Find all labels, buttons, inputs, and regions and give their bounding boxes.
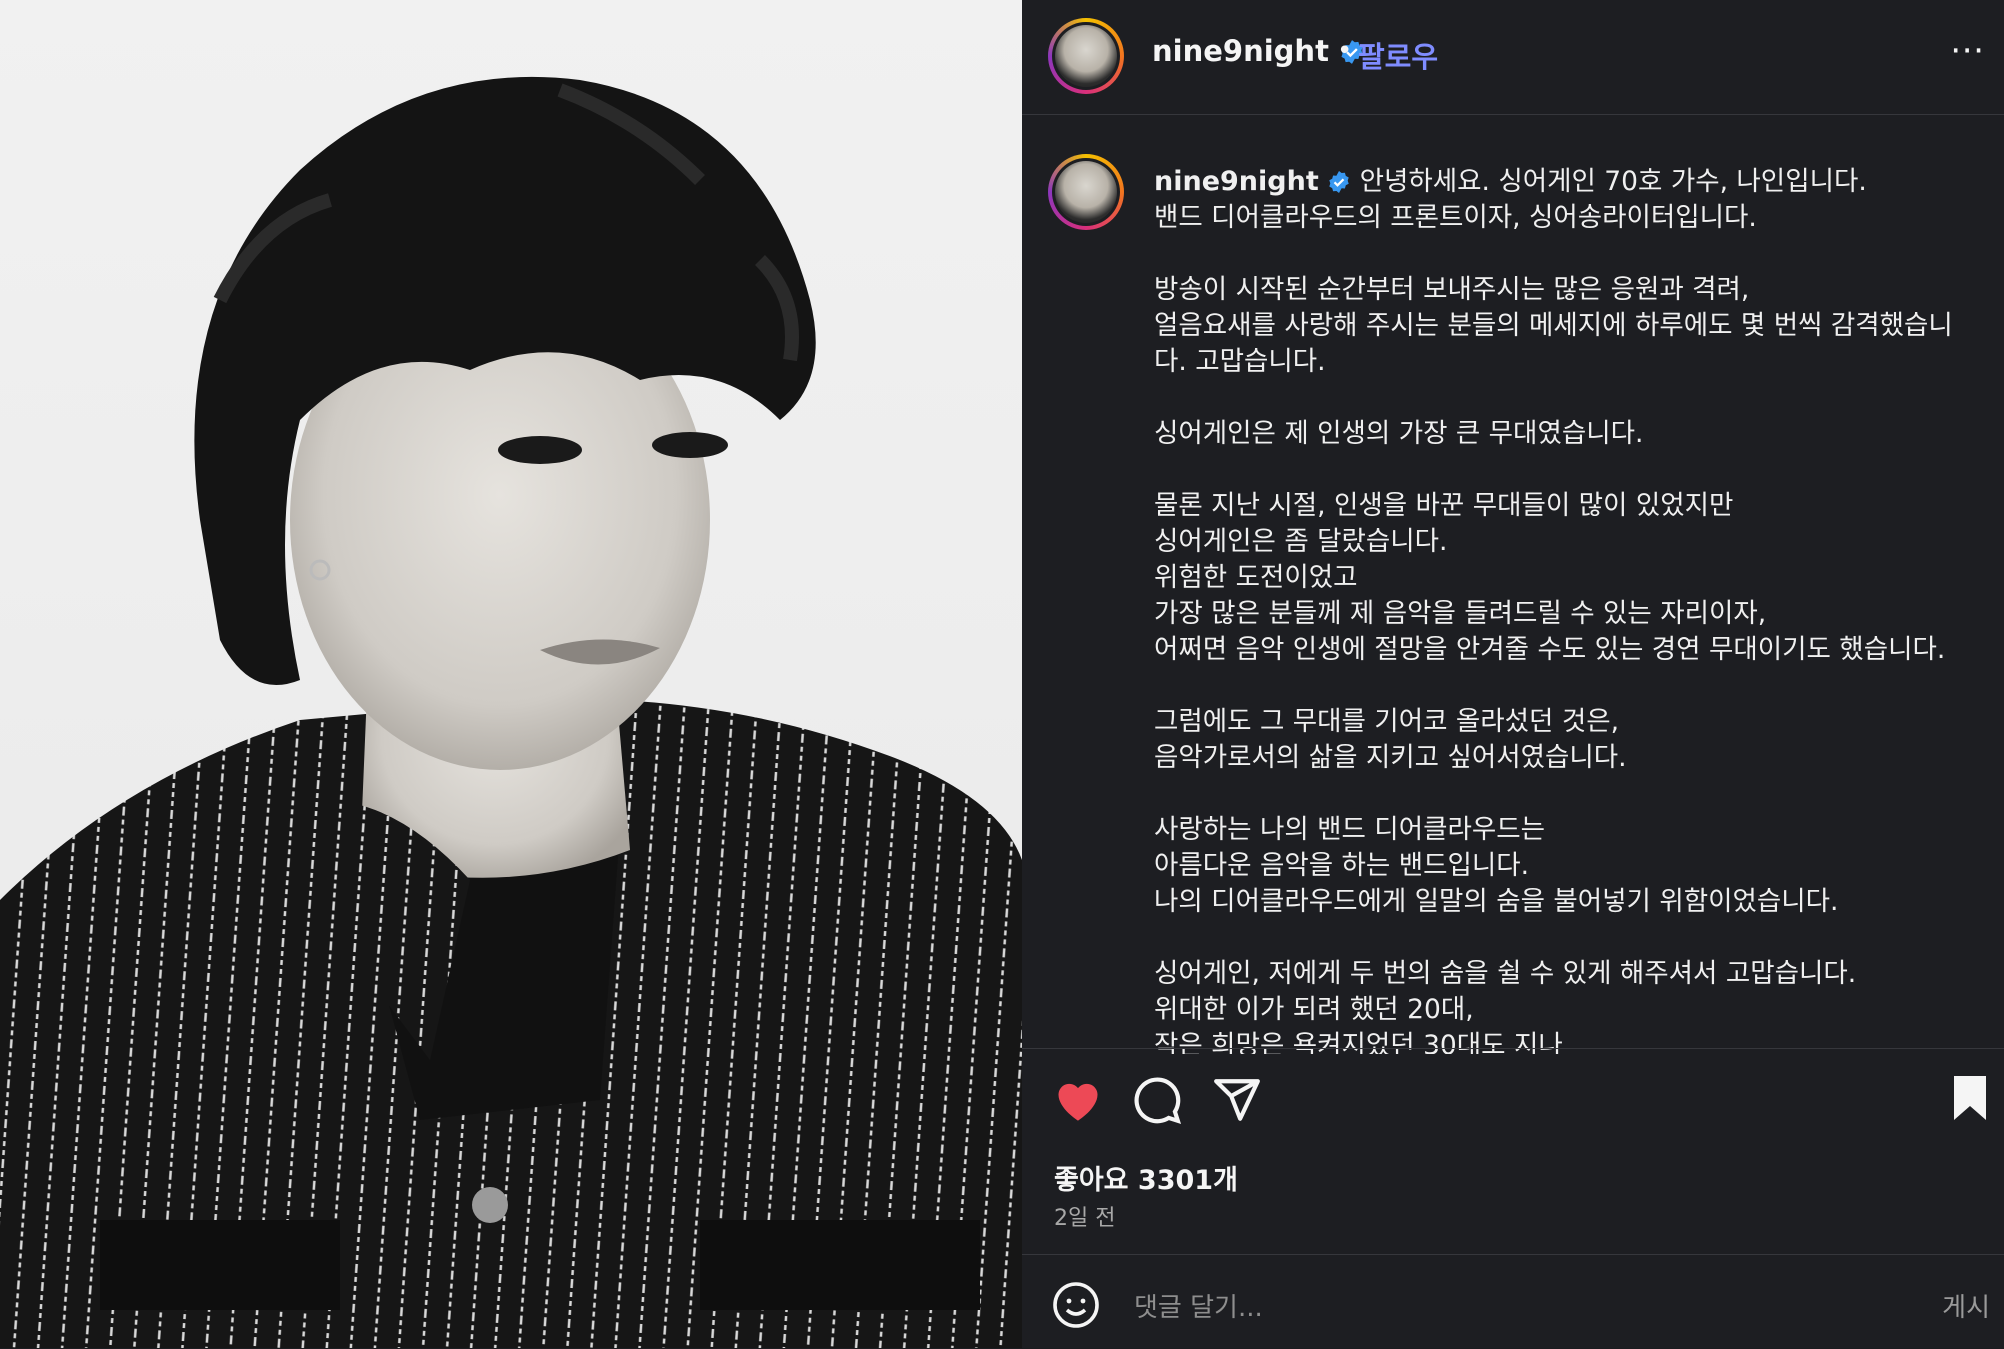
caption-spacer [1154, 920, 2004, 956]
caption-line: 위험한 도전이었고 [1154, 562, 1358, 593]
caption-line: 싱어게인은 좀 달랐습니다. [1154, 526, 1448, 557]
caption-spacer [1154, 236, 2004, 272]
profile-avatar[interactable] [1048, 18, 1124, 94]
post-panel: nine9night • 팔로우 ⋯ nine9night 안녕하세요. 싱어게… [1022, 0, 2004, 1348]
likes-count[interactable]: 좋아요 3301개 [1054, 1158, 1238, 1197]
caption-spacer [1154, 776, 2004, 812]
comment-bar: 댓글 달기... 게시 [1022, 1254, 2004, 1349]
share-icon[interactable] [1212, 1075, 1262, 1125]
action-bar [1022, 1048, 2004, 1153]
caption-line: 안녕하세요. 싱어게인 70호 가수, 나인입니다. [1359, 166, 1867, 197]
caption-line: 사랑하는 나의 밴드 디어클라우드는 [1154, 814, 1545, 845]
post-caption: nine9night 안녕하세요. 싱어게인 70호 가수, 나인입니다. 밴드… [1154, 164, 2004, 1054]
emoji-icon[interactable] [1052, 1281, 1100, 1329]
caption-line: 얼음요새를 사랑해 주시는 분들의 메세지에 하루에도 몇 번씩 감격했습니 [1154, 310, 1953, 341]
follow-button[interactable]: 팔로우 [1358, 34, 1438, 76]
comment-input[interactable]: 댓글 달기... [1134, 1287, 1263, 1324]
caption-line: 어쩌면 음악 인생에 절망을 안겨줄 수도 있는 경연 무대이기도 했습니다. [1154, 634, 1946, 665]
username-link[interactable]: nine9night [1152, 34, 1365, 68]
post-comment-button[interactable]: 게시 [1942, 1287, 1990, 1324]
more-options-icon[interactable]: ⋯ [1950, 30, 1986, 70]
caption-spacer [1154, 452, 2004, 488]
caption-line: 방송이 시작된 순간부터 보내주시는 많은 응원과 격려, [1154, 274, 1750, 305]
caption-line: 다. 고맙습니다. [1154, 346, 1326, 377]
caption-username[interactable]: nine9night [1154, 166, 1319, 197]
caption-line: 가장 많은 분들께 제 음악을 들려드릴 수 있는 자리이자, [1154, 598, 1767, 629]
caption-spacer [1154, 380, 2004, 416]
caption-line: 그럼에도 그 무대를 기어코 올라섰던 것은, [1154, 706, 1620, 737]
post-time[interactable]: 2일 전 [1054, 1200, 1115, 1232]
caption-line: 아름다운 음악을 하는 밴드입니다. [1154, 850, 1530, 881]
caption-line: 나의 디어클라우드에게 일말의 숨을 불어넣기 위함이었습니다. [1154, 886, 1839, 917]
caption-line: 싱어게인은 제 인생의 가장 큰 무대였습니다. [1154, 418, 1644, 449]
heart-icon[interactable] [1052, 1075, 1104, 1123]
comment-icon[interactable] [1132, 1075, 1182, 1125]
caption-line: 물론 지난 시절, 인생을 바꾼 무대들이 많이 있었지만 [1154, 490, 1734, 521]
caption-line: 위대한 이가 되려 했던 20대, [1154, 994, 1474, 1025]
post-header: nine9night • 팔로우 ⋯ [1022, 0, 2004, 115]
portrait-image [0, 76, 1022, 1348]
post-photo[interactable] [0, 0, 1022, 1348]
separator-dot: • [1337, 36, 1353, 66]
caption-line: 음악가로서의 삶을 지키고 싶어서였습니다. [1154, 742, 1627, 773]
caption-avatar[interactable] [1048, 154, 1124, 230]
verified-badge-icon [1329, 171, 1349, 193]
bookmark-icon[interactable] [1950, 1073, 1990, 1123]
caption-spacer [1154, 668, 2004, 704]
caption-line: 싱어게인, 저에게 두 번의 숨을 쉴 수 있게 해주셔서 고맙습니다. [1154, 958, 1857, 989]
caption-line: 밴드 디어클라우드의 프론트이자, 싱어송라이터입니다. [1154, 202, 1757, 233]
